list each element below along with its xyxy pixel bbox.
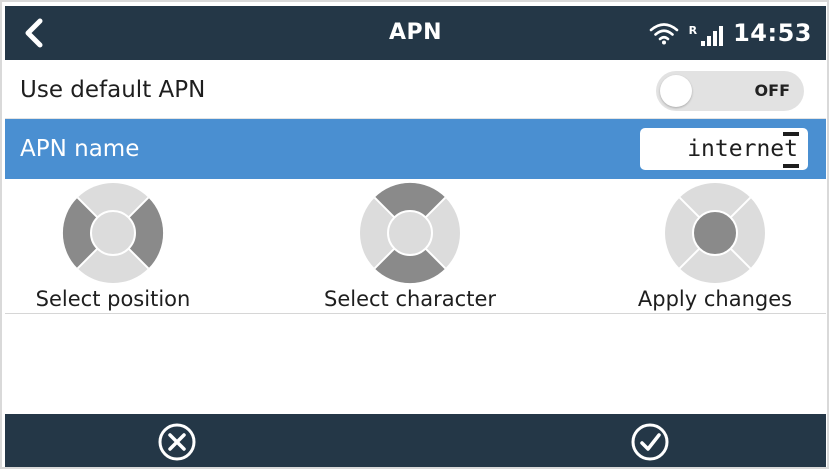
hint-apply-changes: Apply changes [625,181,805,311]
apn-screen: APN R 14:53 Use default APN OFF APN name… [0,0,829,469]
wifi-icon [649,23,678,45]
toggle-knob [660,75,692,107]
hint-select-position: Select position [23,181,203,311]
cellular-signal-icon: R [688,24,724,46]
dpad-left-right-icon [62,183,164,283]
cancel-button[interactable] [155,420,199,464]
hint-apply-changes-label: Apply changes [637,287,793,311]
apn-name-row[interactable]: APN name interne t [5,119,826,179]
apn-value-cursor-char: t [783,132,799,168]
back-button[interactable] [15,14,53,52]
dpad-center-icon [665,183,765,283]
hint-select-character: Select character [310,181,510,311]
clock-time: 14:53 [733,19,812,47]
cancel-circle-x-icon [158,423,196,461]
chevron-left-icon [25,18,43,48]
hint-select-position-label: Select position [35,287,191,311]
toggle-state-text: OFF [754,81,790,100]
status-area: R 14:53 [649,6,812,60]
dpad-up-down-icon [360,182,460,284]
confirm-button[interactable] [628,420,672,464]
apn-name-input[interactable]: interne t [640,128,808,170]
hint-select-character-label: Select character [323,287,497,311]
use-default-apn-label: Use default APN [20,77,206,103]
confirm-circle-check-icon [631,423,669,461]
header-bar: APN R 14:53 [5,6,826,60]
roaming-indicator: R [688,24,698,37]
use-default-apn-toggle[interactable]: OFF [656,71,804,111]
key-hints-panel: Select position Select character Apply c… [5,179,826,314]
footer-bar [5,414,826,467]
apn-value-text: interne [687,136,785,162]
apn-name-label: APN name [20,136,140,162]
use-default-apn-row[interactable]: Use default APN OFF [5,61,826,119]
